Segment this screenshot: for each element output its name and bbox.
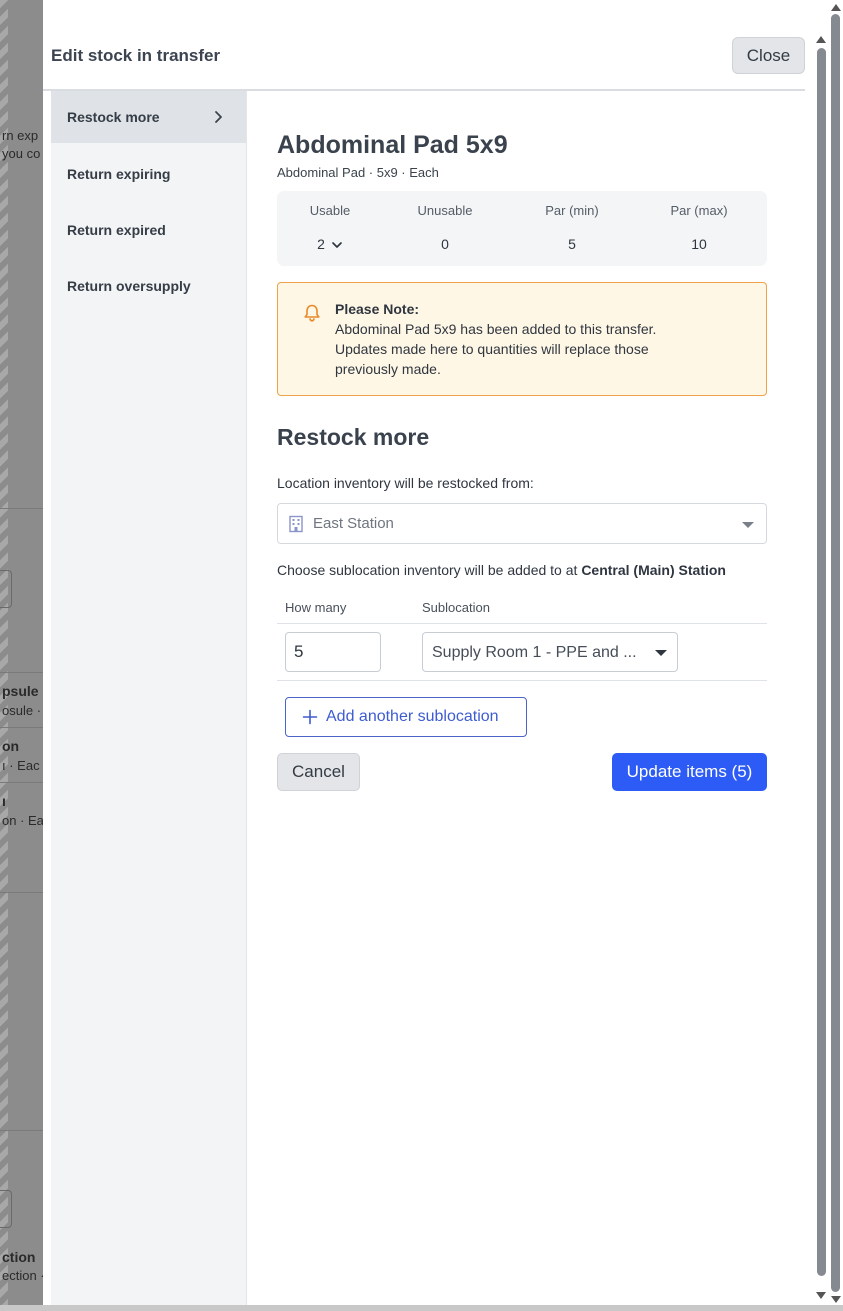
station-name: Central (Main) Station: [581, 562, 726, 578]
close-button[interactable]: Close: [732, 37, 805, 74]
column-header-how-many: How many: [285, 600, 347, 615]
stat-value[interactable]: 2: [269, 236, 391, 252]
note-line: Updates made here to quantities will rep…: [335, 341, 649, 357]
sidebar-nav: Restock more Return expiring Return expi…: [51, 91, 247, 1305]
sidebar-item-label: Return expiring: [67, 166, 171, 182]
background-text: you co: [2, 146, 41, 161]
stock-stats: Usable 2 Unusable 0 Par (min) 5 Par (max…: [277, 191, 767, 266]
chevron-right-icon: [215, 111, 222, 123]
location-select[interactable]: East Station: [277, 503, 767, 544]
background-text: psule: [2, 683, 39, 699]
stat-label: Unusable: [417, 203, 473, 218]
add-sublocation-label: Add another sublocation: [326, 708, 499, 725]
modal-scroll-up-icon[interactable]: [816, 36, 826, 43]
sublocation-label-text: Choose sublocation inventory will be add…: [277, 562, 582, 578]
item-title: Abdominal Pad 5x9: [277, 131, 508, 159]
quantity-input[interactable]: [285, 632, 381, 672]
stat-label: Par (min): [545, 203, 599, 218]
background-text: rn exp: [2, 128, 39, 143]
background-text: ı · Eac: [2, 758, 40, 773]
sidebar-item-return-expiring[interactable]: Return expiring: [51, 148, 246, 200]
chevron-down-icon: [331, 242, 342, 249]
sidebar-item-label: Return oversupply: [67, 278, 191, 294]
stat-value: 10: [691, 236, 707, 252]
caret-down-icon: [742, 522, 754, 528]
note-line: Abdominal Pad 5x9 has been added to this…: [335, 321, 657, 337]
modal-title: Edit stock in transfer: [51, 46, 221, 65]
bottom-edge: [0, 1305, 843, 1311]
caret-down-icon: [655, 650, 667, 656]
location-value: East Station: [313, 515, 394, 532]
building-icon: [289, 515, 303, 533]
background-pattern: [0, 0, 8, 1311]
background-text: on: [2, 738, 20, 754]
location-label: Location inventory will be restocked fro…: [277, 475, 534, 491]
background-text: ection ·: [2, 1268, 45, 1283]
note-title: Please Note:: [335, 301, 420, 317]
stat-label: Par (max): [670, 203, 728, 218]
modal-scrollbar-thumb[interactable]: [817, 48, 826, 1276]
section-title: Restock more: [277, 424, 430, 450]
page-scroll-up-icon[interactable]: [831, 4, 841, 11]
background-control: [0, 570, 12, 608]
background-text: ı: [2, 793, 6, 809]
sublocation-table-header: How many Sublocation: [277, 596, 767, 624]
sublocation-select[interactable]: Supply Room 1 - PPE and ...: [422, 632, 678, 672]
sublocation-label: Choose sublocation inventory will be add…: [277, 562, 726, 578]
sidebar-item-label: Return expired: [67, 222, 166, 238]
add-sublocation-button[interactable]: Add another sublocation: [285, 697, 527, 737]
stat-value: 0: [441, 236, 449, 252]
sidebar-item-return-oversupply[interactable]: Return oversupply: [51, 260, 246, 312]
page-scrollbar-thumb[interactable]: [831, 14, 840, 1292]
modal-scroll-down-icon[interactable]: [816, 1292, 826, 1299]
table-row: Supply Room 1 - PPE and ...: [277, 624, 767, 681]
plus-icon: [302, 709, 318, 725]
note-line: previously made.: [335, 361, 441, 377]
sidebar-item-label: Restock more: [67, 109, 160, 125]
background-text: ction: [2, 1249, 36, 1265]
stat-label: Usable: [309, 203, 351, 218]
bell-icon: [304, 304, 320, 322]
sidebar-gutter: [43, 91, 51, 1305]
update-items-button[interactable]: Update items (5): [612, 753, 767, 791]
cancel-button[interactable]: Cancel: [277, 753, 360, 791]
sidebar-item-restock-more[interactable]: Restock more: [51, 91, 246, 143]
usable-value: 2: [317, 236, 325, 252]
sidebar-item-return-expired[interactable]: Return expired: [51, 204, 246, 256]
sublocation-value: Supply Room 1 - PPE and ...: [432, 644, 637, 661]
stat-value: 5: [568, 236, 576, 252]
note-alert: Please Note: Abdominal Pad 5x9 has been …: [277, 282, 767, 396]
background-control: [0, 1190, 12, 1228]
edit-stock-modal: Edit stock in transfer Close Restock mor…: [43, 0, 815, 1305]
item-subtitle: Abdominal Pad · 5x9 · Each: [277, 165, 439, 180]
page-scroll-down-icon[interactable]: [831, 1296, 841, 1303]
column-header-sublocation: Sublocation: [422, 600, 490, 615]
